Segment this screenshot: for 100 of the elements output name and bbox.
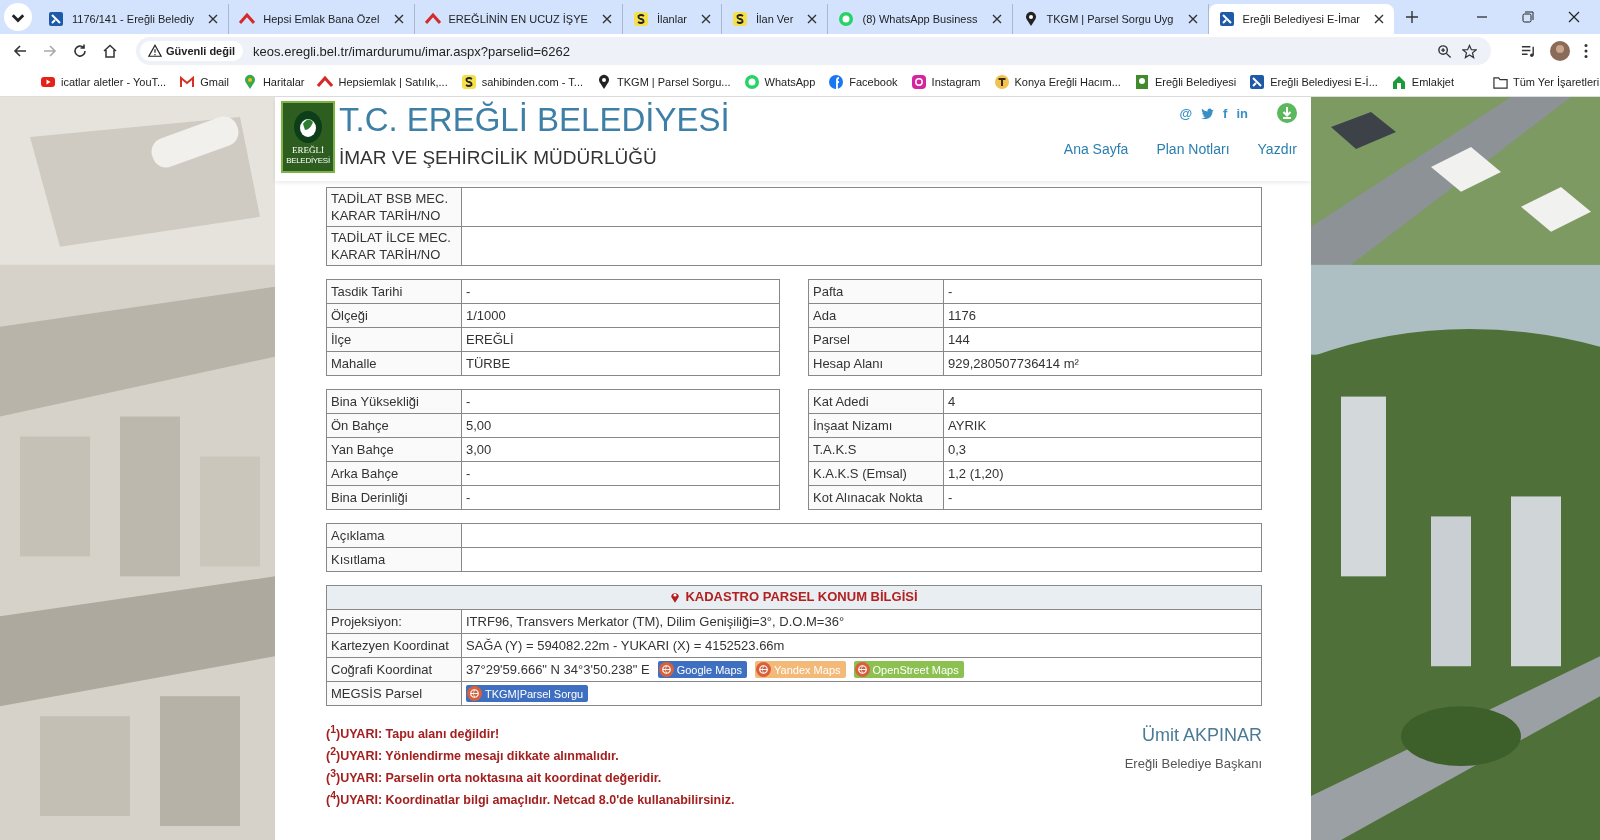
logo[interactable]: EREĞLİ BELEDİYESİ — [281, 101, 335, 173]
logo-text: EREĞLİ — [292, 144, 324, 155]
security-chip[interactable]: Güvenli değil — [140, 41, 244, 61]
folder-icon — [1493, 74, 1508, 90]
table-cell: Arka Bahçe — [326, 461, 462, 486]
bookmark[interactable]: Emlakjet — [1390, 74, 1454, 90]
table-cell: Projeksiyon: — [326, 609, 462, 634]
table-cell: - — [461, 279, 780, 304]
close-icon[interactable] — [393, 14, 404, 24]
pin-icon — [596, 74, 612, 90]
table-cell: 0,3 — [943, 437, 1262, 462]
table-cell: - — [943, 485, 1262, 510]
table-cell: Yan Bahçe — [326, 437, 462, 462]
table-cell: ITRF96, Transvers Merkator (TM), Dilim Genişiliği=3°, D.O.M=36° — [461, 609, 1262, 634]
table-cell: 1176 — [943, 303, 1262, 328]
bookmark[interactable]: Gmail — [179, 74, 229, 90]
house-icon — [1390, 74, 1407, 90]
chevron-icon — [424, 11, 441, 27]
social-link[interactable]: in — [1236, 105, 1248, 121]
table-cell: Kısıtlama — [326, 547, 462, 572]
bookmark[interactable]: Ereğli Belediyesi E-İ... — [1249, 74, 1378, 90]
coordinate-text: 37°29'59.666" N 34°3'50.238" E — [466, 662, 650, 677]
plus-icon[interactable] — [1406, 11, 1419, 23]
bookmark[interactable]: Instagram — [910, 74, 981, 90]
bookmark[interactable]: Facebook — [828, 74, 898, 90]
bookmark[interactable]: Hepsiemlak | Satılık,... — [317, 74, 448, 90]
all-bookmarks[interactable]: Tüm Yer İşaretleri — [1493, 74, 1600, 90]
table-cell: Kartezyen Koordinat — [326, 633, 462, 658]
signature-name: Ümit AKPINAR — [1140, 725, 1262, 746]
close-icon[interactable] — [1568, 11, 1581, 23]
reload-icon[interactable] — [72, 43, 88, 59]
round-icon — [828, 74, 845, 90]
warning-text: ($^{2}$)UYARI: Yönlendirme mesajı dikkate alınmalıdır. — [326, 745, 620, 766]
table-cell: K.A.K.S (Emsal) — [808, 461, 944, 486]
star-icon[interactable] — [1462, 43, 1477, 59]
globe-icon — [658, 662, 674, 677]
bookmark[interactable]: Konya Ereğli Hacım... — [993, 74, 1121, 90]
site-title: T.C. EREĞLİ BELEDİYESİ — [339, 101, 730, 139]
play-icon — [40, 74, 56, 90]
table-cell: TADİLAT BSB MEC. KARAR TARİH/NO — [326, 187, 462, 227]
bookmark[interactable]: TKGM | Parsel Sorgu... — [596, 74, 731, 90]
bookmark[interactable]: icatlar aletler - YouT... — [40, 74, 167, 90]
bookmark[interactable]: WhatsApp — [743, 74, 816, 90]
bookmark[interactable]: sahibinden.com - T... — [460, 74, 583, 90]
map-link[interactable]: Google Maps — [657, 661, 748, 678]
warning-text: ($^{4}$)UYARI: Koordinatlar bilgi amaçlıdır. Netcad 8.0'de kullanabilirsiniz. — [326, 789, 735, 810]
chat-icon — [838, 11, 855, 27]
table-cell: Tasdik Tarihi — [326, 279, 462, 304]
menu-icon[interactable] — [1584, 43, 1588, 59]
close-icon[interactable] — [701, 14, 712, 24]
table-cell: SAĞA (Y) = 594082.22m - YUKARI (X) = 4152523.66m — [461, 633, 1262, 658]
camera-icon — [910, 74, 927, 90]
table-cell: Hesap Alanı — [808, 351, 944, 376]
map-link[interactable]: TKGM|Parsel Sorgu — [466, 685, 589, 702]
address-bar[interactable]: Güvenli değil keos.eregli.bel.tr/imardurumu/imar.aspx?parselid=6262 — [136, 37, 1491, 65]
tile-icon — [1249, 74, 1266, 90]
nav-link[interactable]: Yazdır — [1257, 141, 1297, 157]
close-icon[interactable] — [1187, 14, 1198, 24]
square-icon — [460, 74, 477, 90]
close-icon[interactable] — [807, 14, 818, 24]
table-cell: 4 — [943, 389, 1262, 414]
section-heading: KADASTRO PARSEL KONUM BİLGİSİ — [670, 589, 918, 605]
pin-icon — [670, 590, 681, 603]
back-icon[interactable] — [12, 43, 28, 59]
globe-icon — [756, 662, 772, 677]
table-cell: Mahalle — [326, 351, 462, 376]
bird-icon[interactable] — [1201, 107, 1215, 119]
close-icon[interactable] — [1374, 14, 1385, 24]
browser-tab[interactable]: Ereğli Belediyesi E-İmar — [1208, 4, 1395, 34]
bookmark[interactable]: Ereğli Belediyesi — [1133, 74, 1237, 90]
social-link[interactable]: @ — [1179, 105, 1193, 121]
signature-title: Ereğli Belediye Başkanı — [1124, 756, 1262, 771]
close-icon[interactable] — [601, 14, 612, 24]
logo-subtext: BELEDİYESİ — [286, 155, 330, 165]
square-icon — [632, 11, 649, 27]
table-cell: Ölçeği — [326, 303, 462, 328]
table-cell: Bina Yüksekliği — [326, 389, 462, 414]
nav-link[interactable]: Ana Sayfa — [1063, 141, 1129, 157]
nav-link[interactable]: Plan Notları — [1156, 141, 1230, 157]
chevron-icon — [239, 11, 256, 27]
home-icon[interactable] — [102, 43, 118, 59]
table-cell: Bina Derinliği — [326, 485, 462, 510]
table-cell: Kat Adedi — [808, 389, 944, 414]
table-cell: 5,00 — [461, 413, 780, 438]
table-cell: TÜRBE — [461, 351, 780, 376]
square-icon — [732, 11, 749, 27]
close-icon[interactable] — [991, 14, 1002, 24]
chat-icon — [743, 74, 760, 90]
table-cell: MEGSİS Parsel — [326, 681, 462, 706]
caret-icon[interactable] — [4, 3, 32, 31]
table-cell: AYRIK — [943, 413, 1262, 438]
restore-icon[interactable] — [1522, 11, 1535, 23]
social-link[interactable]: f — [1223, 105, 1228, 121]
bookmark[interactable]: Haritalar — [241, 74, 305, 90]
table-cell: Ada — [808, 303, 944, 328]
table-cell: T.A.K.S — [808, 437, 944, 462]
avatar-icon[interactable] — [1550, 41, 1570, 61]
zoom-icon[interactable] — [1437, 43, 1452, 59]
close-icon[interactable] — [208, 14, 219, 24]
media-icon[interactable] — [1521, 43, 1536, 59]
